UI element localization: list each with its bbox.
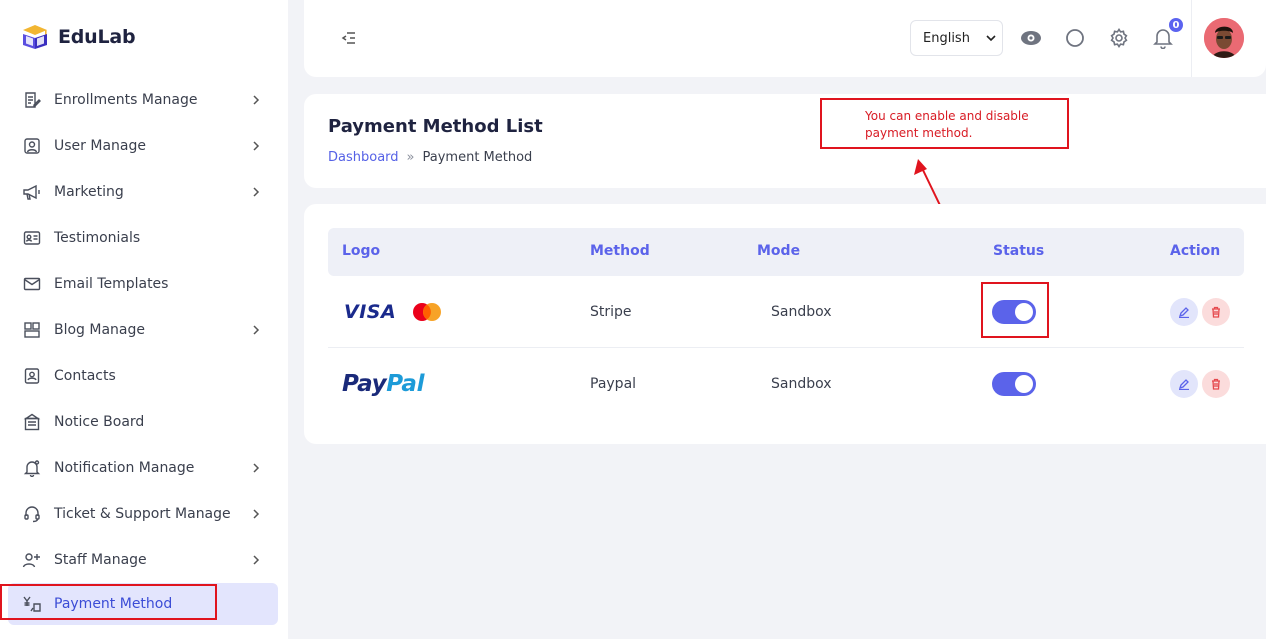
table-row: VISA Stripe Sandbox (328, 276, 1244, 348)
mode-value: Sandbox (771, 376, 832, 392)
column-header-status: Status (993, 243, 1045, 259)
delete-button[interactable] (1202, 370, 1230, 398)
column-header-action: Action (1170, 243, 1221, 259)
pencil-icon (1178, 306, 1189, 318)
column-header-logo: Logo (342, 243, 381, 259)
toggle-knob (1015, 375, 1033, 393)
status-toggle[interactable] (992, 372, 1036, 396)
table-header: Logo Method Mode Status Action (328, 228, 1244, 276)
paypal-logo-pay: Pay (342, 371, 387, 397)
delete-button[interactable] (1202, 297, 1230, 326)
column-header-mode: Mode (757, 243, 801, 259)
mode-value: Sandbox (771, 303, 832, 320)
trash-icon (1212, 306, 1220, 318)
highlight-box-status-toggle (981, 282, 1049, 338)
stripe-logo: VISA (344, 301, 444, 323)
method-name: Paypal (590, 376, 637, 392)
paypal-logo: PayPal (342, 371, 424, 397)
payment-methods-table: Logo Method Mode Status Action VISA Stri… (304, 204, 1266, 444)
pencil-icon (1178, 379, 1189, 390)
edit-button[interactable] (1170, 370, 1198, 398)
paypal-logo-pal: Pal (386, 371, 425, 397)
column-header-method: Method (590, 243, 650, 259)
edit-button[interactable] (1170, 297, 1198, 326)
visa-logo: VISA (344, 300, 397, 323)
method-name: Stripe (590, 303, 632, 320)
table-row: PayPal Paypal Sandbox (328, 348, 1244, 420)
trash-icon (1212, 378, 1220, 390)
mastercard-logo-icon (413, 302, 442, 321)
